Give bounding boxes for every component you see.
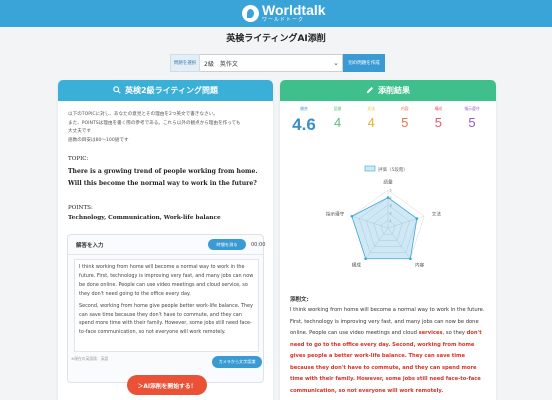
radar-data-point [364, 257, 367, 261]
score-label: 指示遵守 [464, 106, 480, 111]
radar-axis-label: 語彙 [383, 179, 393, 186]
timer-button[interactable]: 時間を測る [208, 239, 246, 250]
instruction-line: 語数の目安は80〜100語です [68, 137, 129, 143]
selector-label: 問題を選択 [170, 54, 200, 72]
instructions: 以下のTOPICに対し、あなたの意見とその理由を2つ英文で書きなさい。 また、P… [68, 111, 264, 145]
topic-text: There is a growing trend of people worki… [68, 168, 258, 187]
instruction-line: また、POINTSは理由を書く際の参考である。これら以外の観点から理由を作っても [68, 120, 241, 126]
score-value: 4 [367, 115, 375, 130]
answer-box: 解答を入力 時間を測る 00:00 I think working from h… [67, 234, 266, 383]
score-grammar: 文法 4 [355, 106, 387, 135]
logo-main-text: Worldtalk [262, 2, 326, 18]
problem-select[interactable]: 2級 英作文 ⌄ [200, 54, 343, 72]
score-label: 語彙 [333, 106, 342, 111]
score-label: 総合 [300, 106, 308, 111]
radar-axis-label: 内容 [415, 262, 425, 269]
score-value: 5 [468, 115, 476, 130]
problem-select-value: 2級 英作文 [204, 60, 238, 68]
answer-title: 解答を入力 [76, 242, 104, 249]
correction-highlight: don't need to go to the office every day… [290, 330, 482, 394]
question-panel: 英検2級ライティング問題 以下のTOPICに対し、あなたの意見とその理由を2つ英… [58, 80, 273, 400]
points-label: POINTS: [68, 205, 93, 211]
radar-axis-label: 指示遵守 [326, 210, 345, 217]
score-structure: 構成 5 [422, 106, 454, 135]
answer-paragraph: I think working from home will become a … [79, 264, 254, 297]
score-total: 総合 4.6 [288, 106, 320, 135]
chevron-down-icon: ⌄ [333, 59, 339, 67]
question-panel-header: 英検2級ライティング問題 [58, 80, 273, 101]
radar-data-point [415, 217, 419, 220]
score-vocabulary: 語彙 4 [322, 106, 354, 135]
instruction-line: 以下のTOPICに対し、あなたの意見とその理由を2つ英文で書きなさい。 [68, 112, 218, 117]
corrected-text: I think working from home will become a … [290, 305, 490, 397]
score-label: 構成 [434, 106, 443, 111]
pencil-icon [366, 86, 374, 96]
answer-header: 解答を入力 時間を測る 00:00 [68, 235, 266, 255]
score-value: 5 [434, 115, 442, 130]
answer-textarea[interactable]: I think working from home will become a … [74, 259, 259, 352]
correction-highlight: services [418, 330, 443, 336]
worldtalk-logo[interactable]: Worldtalk ワールドトーク [242, 3, 326, 23]
points-text: Technology, Communication, Work-life bal… [68, 215, 221, 221]
start-ai-correction-button[interactable]: ＞AI添削を開始する！ [127, 375, 207, 395]
answer-note: ※現在の英語版：英語 [71, 356, 109, 361]
timer-value: 00:00 [251, 242, 266, 248]
instruction-line: 大丈夫です [68, 129, 91, 135]
score-content: 内容 5 [389, 106, 421, 135]
radar-data-point [409, 257, 412, 261]
result-panel: 添削結果 総合 4.6 語彙 4 文法 4 内容 5 構成 5 指示遵守 5 評… [280, 80, 496, 400]
logo-bubble-icon [242, 4, 259, 22]
top-bar: Worldtalk ワールドトーク [0, 0, 552, 27]
radar-data-point [350, 214, 354, 218]
legend-label: 評価（5段階） [378, 166, 408, 173]
score-value: 5 [401, 115, 409, 130]
score-value: 4 [333, 115, 342, 130]
new-problem-button[interactable]: 別の問題を作成 [343, 54, 385, 72]
radar-data-area [351, 197, 418, 260]
camera-ocr-button[interactable]: カメラから文字認識 [212, 356, 262, 368]
legend-swatch [364, 165, 376, 172]
radar-chart: 評価（5段階）12345語彙文法内容構成指示遵守 [326, 165, 442, 269]
result-panel-header: 添削結果 [280, 80, 496, 101]
score-label: 文法 [367, 106, 375, 111]
page-title: 英検ライティングAI添削 [226, 34, 326, 44]
score-label: 内容 [400, 106, 409, 111]
score-row: 総合 4.6 語彙 4 文法 4 内容 5 構成 5 指示遵守 5 [288, 106, 488, 135]
radar-data-point [386, 196, 390, 199]
score-instruction: 指示遵守 5 [456, 106, 488, 135]
question-panel-title: 英検2級ライティング問題 [125, 86, 218, 95]
answer-paragraph: Second, working from home give people be… [79, 302, 253, 336]
corrected-segment: , so they [442, 330, 467, 336]
radar-axis-label: 構成 [352, 262, 362, 269]
corrected-label: 添削文: [290, 297, 309, 303]
search-icon [113, 85, 121, 96]
score-value: 4.6 [292, 115, 316, 134]
result-panel-title: 添削結果 [378, 86, 410, 95]
radar-axis-label: 文法 [432, 210, 442, 217]
radar-tick-label: 5 [390, 189, 392, 193]
topic-label: TOPIC: [68, 156, 89, 162]
logo-sub-text: ワールドトーク [262, 17, 305, 23]
problem-selector: 問題を選択 2級 英作文 ⌄ 別の問題を作成 [170, 54, 385, 72]
